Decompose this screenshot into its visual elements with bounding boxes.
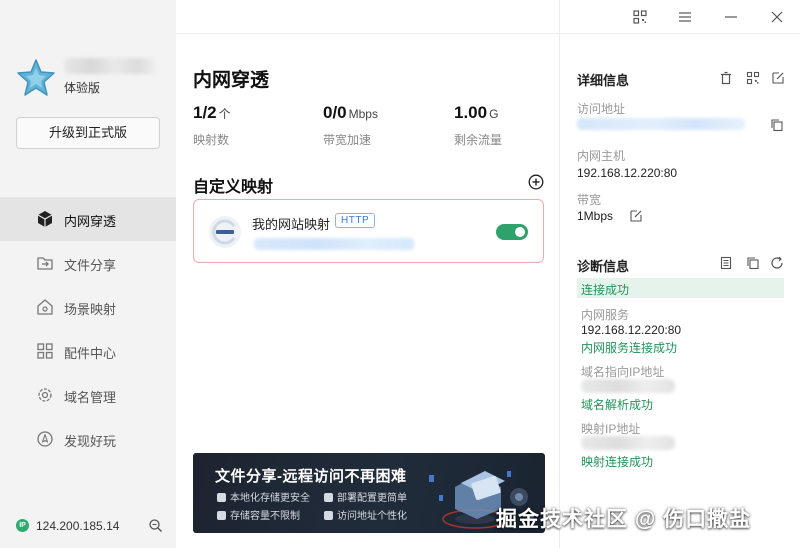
banner-feature-text: 访问地址个性化: [337, 511, 407, 522]
sidebar-item-intranet[interactable]: 内网穿透: [0, 197, 176, 241]
stat-traffic: 1.00 G 剩余流量: [454, 103, 502, 148]
bandwidth-label: 带宽: [577, 193, 602, 207]
edit-icon[interactable]: [771, 71, 785, 85]
house-icon: [37, 299, 53, 315]
stat-bandwidth: 0/0 Mbps 带宽加速: [323, 103, 378, 148]
sidebar-item-label: 配件中心: [64, 346, 117, 361]
dns-label: 域名指向IP地址: [581, 365, 665, 379]
mapping-avatar-icon: [209, 216, 241, 248]
service-label: 内网服务: [581, 308, 630, 322]
compass-icon: [37, 431, 53, 447]
stat-value: 1/2: [193, 103, 217, 122]
sidebar: 体验版 升级到正式版 内网穿透 文件分享 场景映射 配件中心 域名管理 发现好玩…: [0, 0, 176, 548]
grid-icon: [37, 343, 53, 359]
storage-icon: [217, 511, 226, 520]
add-circle-icon[interactable]: [528, 174, 544, 190]
mapping-card[interactable]: 我的网站映射 HTTP: [193, 199, 544, 263]
close-icon[interactable]: [768, 8, 786, 26]
stat-mapping-count: 1/2 个 映射数: [193, 103, 231, 148]
mapping-name: 我的网站映射: [252, 217, 331, 232]
diagnostic-status-bar: 连接成功: [577, 278, 784, 298]
upgrade-button[interactable]: 升级到正式版: [16, 117, 160, 149]
star-logo-icon: [17, 59, 55, 96]
menu-icon[interactable]: [676, 8, 694, 26]
access-address-redacted: [577, 118, 745, 130]
account-name-redacted: [64, 58, 156, 74]
sidebar-item-accessories[interactable]: 配件中心: [0, 329, 176, 373]
page-title: 内网穿透: [193, 70, 270, 91]
sidebar-item-label: 文件分享: [64, 258, 117, 273]
stat-label: 剩余流量: [454, 133, 503, 147]
details-title: 详细信息: [577, 73, 630, 88]
service-value: 192.168.12.220:80: [581, 323, 682, 337]
browser-icon: [324, 511, 333, 520]
service-status: 内网服务连接成功: [581, 341, 678, 355]
sidebar-item-domains[interactable]: 域名管理: [0, 373, 176, 417]
sidebar-item-label: 域名管理: [64, 390, 117, 405]
sidebar-item-label: 发现好玩: [64, 434, 117, 449]
banner-feature: 本地化存储更安全: [217, 489, 310, 504]
mapping-url-redacted: [254, 238, 414, 250]
banner-feature: 访问地址个性化: [324, 507, 407, 522]
mapping-enable-toggle[interactable]: [496, 224, 528, 240]
stat-unit: 个: [218, 107, 231, 121]
host-label: 内网主机: [577, 149, 626, 163]
copy-icon[interactable]: [746, 256, 760, 270]
map-status: 映射连接成功: [581, 455, 654, 469]
toggle-knob: [515, 227, 525, 237]
bandwidth-value: 1Mbps: [577, 209, 614, 223]
gear-icon: [38, 388, 52, 402]
copy-icon[interactable]: [770, 118, 784, 132]
stack-icon: [324, 493, 333, 502]
map-ip-label: 映射IP地址: [581, 422, 641, 436]
dns-status: 域名解析成功: [581, 398, 654, 412]
custom-mapping-title: 自定义映射: [193, 179, 274, 196]
public-ip-bar: IP 124.200.185.14: [16, 517, 166, 535]
qrcode-icon[interactable]: [631, 8, 649, 26]
public-ip-value: 124.200.185.14: [36, 519, 120, 533]
main-panel: 内网穿透 1/2 个 映射数 0/0 Mbps 带宽加速 1.00 G 剩余流量 自定…: [176, 0, 560, 548]
access-address-label: 访问地址: [577, 102, 626, 116]
map-ip-redacted: [581, 436, 675, 450]
ip-badge-icon: IP: [16, 519, 29, 532]
banner-feature: 部署配置更简单: [324, 489, 407, 504]
stat-label: 带宽加速: [323, 133, 372, 147]
qrcode-icon[interactable]: [746, 71, 760, 85]
stat-label: 映射数: [193, 133, 230, 147]
trash-icon[interactable]: [719, 71, 733, 85]
host-value: 192.168.12.220:80: [577, 166, 678, 180]
sidebar-item-label: 场景映射: [64, 302, 117, 317]
edit-icon[interactable]: [629, 209, 643, 223]
protocol-tag: HTTP: [335, 213, 376, 228]
sidebar-item-label: 内网穿透: [64, 214, 117, 229]
promo-banner[interactable]: 文件分享-远程访问不再困难 本地化存储更安全 部署配置更简单 存储容量不限制 访…: [193, 453, 545, 533]
stat-value: 0/0: [323, 103, 347, 122]
watermark-text: 掘金技术社区 @ 伤口撒盐: [496, 508, 752, 531]
brand: 体验版: [16, 58, 166, 98]
folder-share-icon: [37, 257, 53, 270]
sidebar-nav: 内网穿透 文件分享 场景映射 配件中心 域名管理 发现好玩: [0, 197, 176, 461]
minimize-icon[interactable]: [722, 8, 740, 26]
stat-unit: Mbps: [348, 107, 378, 121]
diagnostics-title: 诊断信息: [577, 259, 630, 274]
detail-panel: 详细信息 访问地址 内网主机 192.168.12.220:80 带宽 1Mbp…: [560, 34, 800, 548]
sidebar-item-discover[interactable]: 发现好玩: [0, 417, 176, 461]
refresh-icon[interactable]: [770, 256, 784, 270]
banner-title: 文件分享-远程访问不再困难: [215, 468, 407, 485]
sidebar-item-file-share[interactable]: 文件分享: [0, 241, 176, 285]
stat-value: 1.00: [454, 103, 488, 122]
stat-unit: G: [489, 107, 499, 121]
shield-icon: [217, 493, 226, 502]
zoom-search-icon[interactable]: [148, 518, 163, 533]
banner-feature-text: 存储容量不限制: [230, 511, 300, 522]
edition-label: 体验版: [64, 81, 101, 95]
banner-feature: 存储容量不限制: [217, 507, 300, 522]
cube-icon: [37, 211, 53, 227]
document-icon[interactable]: [719, 256, 733, 270]
banner-feature-text: 部署配置更简单: [337, 493, 407, 504]
diagnostic-status: 连接成功: [581, 283, 630, 297]
banner-feature-text: 本地化存储更安全: [230, 493, 310, 504]
dns-ip-redacted: [581, 379, 675, 393]
sidebar-item-scene-mapping[interactable]: 场景映射: [0, 285, 176, 329]
